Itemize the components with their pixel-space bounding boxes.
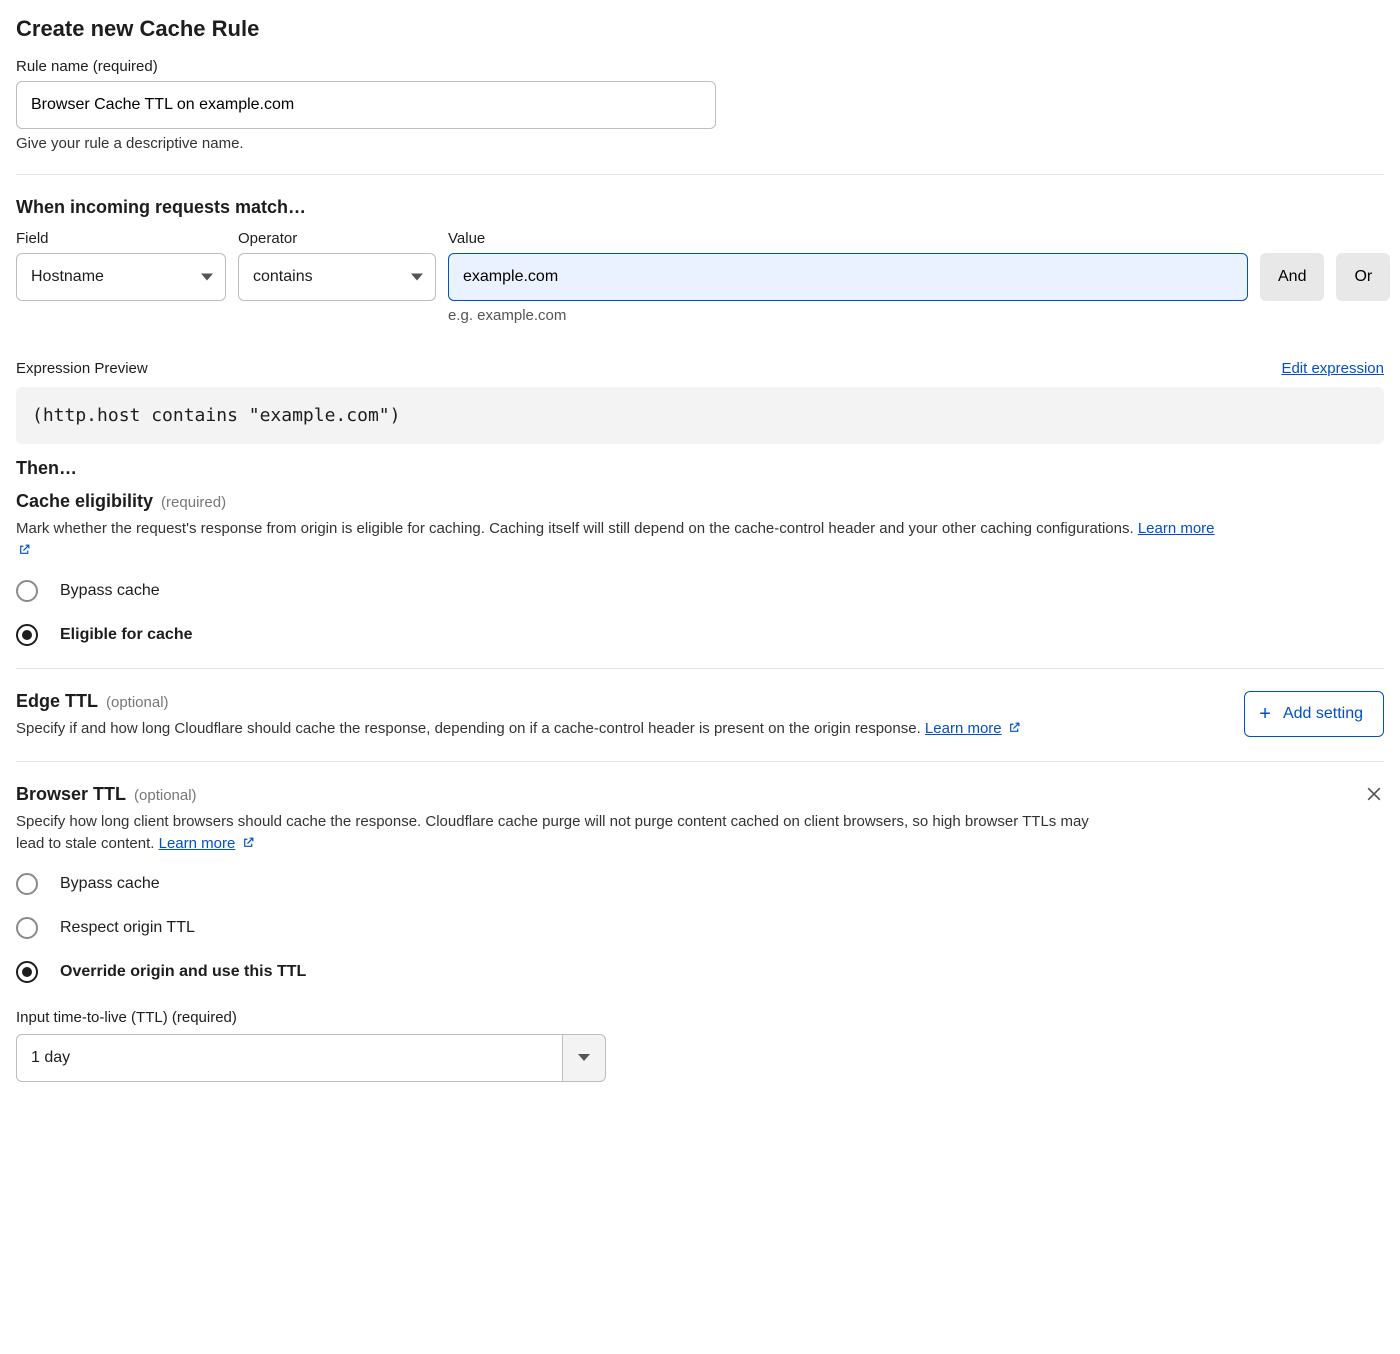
operator-col-label: Operator (238, 230, 436, 247)
divider (16, 174, 1384, 175)
operator-select-value: contains (253, 268, 313, 286)
radio-icon (16, 624, 38, 646)
radio-label: Respect origin TTL (60, 919, 195, 937)
edge-ttl-learn-more-link[interactable]: Learn more (925, 720, 1002, 737)
radio-icon (16, 961, 38, 983)
add-setting-label: Add setting (1283, 705, 1363, 723)
or-button[interactable]: Or (1336, 253, 1390, 301)
radio-label: Eligible for cache (60, 626, 192, 644)
expression-code: (http.host contains "example.com") (16, 387, 1384, 444)
field-col-label: Field (16, 230, 226, 247)
plus-icon: + (1259, 704, 1271, 724)
ttl-dropdown-button[interactable] (562, 1034, 606, 1082)
value-example: e.g. example.com (448, 307, 1248, 324)
ttl-input-label: Input time-to-live (TTL) (required) (16, 1009, 1384, 1026)
radio-eligible-for-cache[interactable]: Eligible for cache (16, 624, 1384, 646)
cache-eligibility-desc: Mark whether the request's response from… (16, 518, 1216, 562)
radio-label: Bypass cache (60, 582, 160, 600)
field-select-value: Hostname (31, 268, 104, 286)
external-link-icon (18, 543, 31, 556)
cache-eligibility-radio-group: Bypass cache Eligible for cache (16, 580, 1384, 646)
chevron-down-icon (411, 274, 423, 281)
cache-elig-learn-more-link[interactable]: Learn more (1138, 520, 1215, 537)
ttl-input-value: 1 day (31, 1049, 70, 1067)
radio-icon (16, 873, 38, 895)
ttl-input[interactable]: 1 day (16, 1034, 562, 1082)
value-col-label: Value (448, 230, 1248, 247)
edge-ttl-optional: (optional) (106, 694, 169, 711)
radio-override-origin-ttl[interactable]: Override origin and use this TTL (16, 961, 1384, 983)
browser-ttl-learn-more-link[interactable]: Learn more (159, 835, 236, 852)
rule-name-input[interactable] (16, 81, 716, 129)
chevron-down-icon (201, 274, 213, 281)
divider (16, 761, 1384, 762)
browser-ttl-optional: (optional) (134, 787, 197, 804)
radio-respect-origin-ttl[interactable]: Respect origin TTL (16, 917, 1384, 939)
edit-expression-link[interactable]: Edit expression (1281, 360, 1384, 377)
browser-ttl-title: Browser TTL (16, 784, 126, 805)
page-title: Create new Cache Rule (16, 16, 1384, 42)
and-button[interactable]: And (1260, 253, 1324, 301)
operator-select[interactable]: contains (238, 253, 436, 301)
edge-ttl-title: Edge TTL (16, 691, 98, 712)
add-setting-button[interactable]: + Add setting (1244, 691, 1384, 737)
then-section-title: Then… (16, 458, 1384, 479)
field-select[interactable]: Hostname (16, 253, 226, 301)
rule-name-help: Give your rule a descriptive name. (16, 135, 1384, 152)
radio-bypass-cache[interactable]: Bypass cache (16, 580, 1384, 602)
browser-ttl-radio-group: Bypass cache Respect origin TTL Override… (16, 873, 1384, 983)
chevron-down-icon (578, 1054, 590, 1061)
radio-label: Override origin and use this TTL (60, 963, 306, 981)
rule-name-label: Rule name (required) (16, 58, 1384, 75)
radio-label: Bypass cache (60, 875, 160, 893)
external-link-icon (242, 836, 255, 849)
external-link-icon (1008, 721, 1021, 734)
radio-icon (16, 917, 38, 939)
match-section-title: When incoming requests match… (16, 197, 1384, 218)
cache-eligibility-required: (required) (161, 494, 226, 511)
browser-ttl-desc: Specify how long client browsers should … (16, 811, 1116, 855)
radio-browser-bypass-cache[interactable]: Bypass cache (16, 873, 1384, 895)
expression-preview-label: Expression Preview (16, 360, 148, 377)
radio-icon (16, 580, 38, 602)
edge-ttl-desc: Specify if and how long Cloudflare shoul… (16, 718, 1116, 740)
value-input[interactable] (448, 253, 1248, 301)
close-icon[interactable] (1364, 784, 1384, 804)
cache-eligibility-title: Cache eligibility (16, 491, 153, 512)
divider (16, 668, 1384, 669)
